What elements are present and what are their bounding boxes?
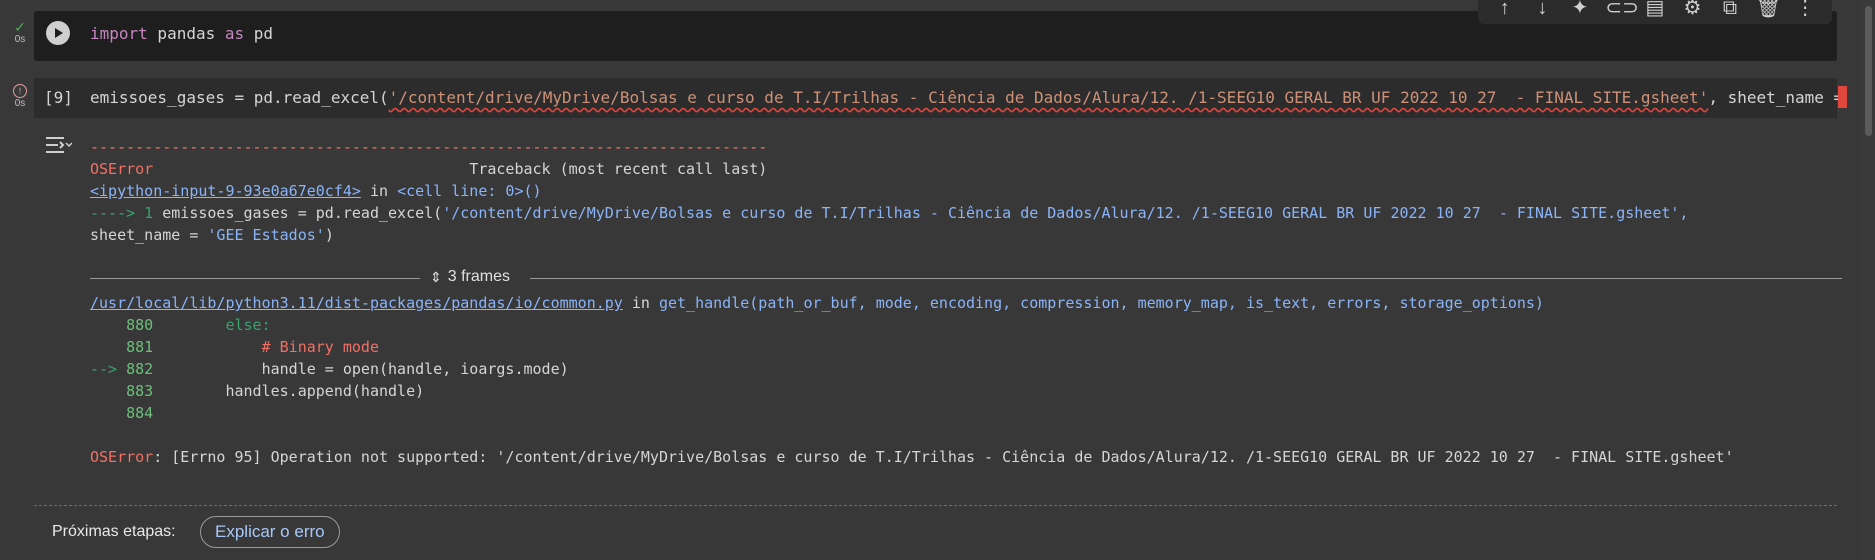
- line-prefix: -->: [90, 360, 127, 378]
- line-prefix: [90, 382, 126, 400]
- continuation-close: ): [324, 226, 334, 244]
- output-divider: [34, 505, 1837, 506]
- output-actions-icon[interactable]: [44, 134, 73, 161]
- frames-rule-left: [90, 278, 420, 279]
- cell1-exec-time: 0s: [14, 34, 26, 45]
- run-cell-button[interactable]: [46, 21, 70, 45]
- ipython-input-link[interactable]: <ipython-input-9-93e0a67e0cf4>: [90, 182, 361, 200]
- exec-count: [9]: [44, 88, 73, 107]
- final-error-message: : [Errno 95] Operation not supported: '/…: [153, 448, 1734, 466]
- cell1-code[interactable]: import pandas as pd: [90, 24, 273, 43]
- file-in: in: [622, 294, 659, 312]
- line-number: 881: [126, 338, 154, 356]
- scrollbar-thumb[interactable]: [1865, 6, 1872, 136]
- cell1-status: ✓ 0s: [10, 20, 30, 45]
- comment-icon[interactable]: ▤: [1643, 0, 1667, 18]
- error-name: OSError: [90, 160, 154, 178]
- error-circle-icon: !: [13, 84, 27, 98]
- play-icon: [55, 28, 63, 38]
- in-text: in: [360, 182, 398, 200]
- next-steps-label: Próximas etapas:: [52, 523, 176, 540]
- arrow-up-icon[interactable]: ↑: [1493, 0, 1517, 18]
- code-tail: , sheet_name =: [1708, 88, 1844, 107]
- keyword-import: import: [90, 24, 148, 43]
- mirror-cell-icon[interactable]: ⧉: [1718, 0, 1742, 18]
- line-code: handles.append(handle): [153, 382, 425, 400]
- cell-line-ref: <cell line: 0>(): [397, 182, 542, 200]
- sheet-name-string: 'GEE Estados': [207, 226, 325, 244]
- final-error-name: OSError: [90, 448, 154, 466]
- line-number: 884: [126, 404, 154, 422]
- cell2-status: ! 0s: [10, 84, 30, 109]
- line-code: handle = open(handle, ioargs.mode): [153, 360, 569, 378]
- vertical-scrollbar[interactable]: [1861, 0, 1875, 560]
- line-prefix: [90, 338, 126, 356]
- more-vert-icon[interactable]: ⋮: [1793, 0, 1817, 18]
- traceback-output: ----------------------------------------…: [90, 136, 1688, 246]
- gear-icon[interactable]: ⚙: [1681, 0, 1705, 18]
- frames-rule-right: [530, 278, 1842, 279]
- module-name: pandas: [147, 24, 225, 43]
- arrow-code-path: '/content/drive/MyDrive/Bolsas e curso d…: [442, 204, 1689, 222]
- line-number: 883: [126, 382, 154, 400]
- file-link[interactable]: /usr/local/lib/python3.11/dist-packages/…: [90, 294, 623, 312]
- code-path-string: '/content/drive/MyDrive/Bolsas e curso d…: [388, 88, 1709, 107]
- trash-icon[interactable]: 🗑: [1756, 0, 1781, 18]
- line-code: # Binary mode: [153, 338, 379, 356]
- sparkle-icon[interactable]: ✦: [1568, 0, 1592, 18]
- arrow-line: ----> 1: [90, 204, 163, 222]
- arrow-down-icon[interactable]: ↓: [1530, 0, 1554, 18]
- frames-label-text: 3 frames: [447, 268, 510, 285]
- line-number: 880: [126, 316, 154, 334]
- collapsed-frames[interactable]: ⇕ 3 frames: [90, 268, 1842, 286]
- cell-toolbar: ↑ ↓ ✦ ⊂⊃ ▤ ⚙ ⧉ 🗑 ⋮: [1478, 0, 1832, 24]
- unfold-icon: ⇕: [430, 269, 442, 285]
- continuation-code: sheet_name =: [90, 226, 208, 244]
- traceback-header: Traceback (most recent call last): [153, 160, 768, 178]
- cell2-code[interactable]: emissoes_gases = pd.read_excel('/content…: [90, 88, 1843, 107]
- traceback-dashes: ----------------------------------------…: [90, 138, 768, 156]
- frames-toggle[interactable]: ⇕ 3 frames: [420, 268, 520, 286]
- explain-error-button[interactable]: Explicar o erro: [200, 516, 340, 548]
- success-check-icon: ✓: [14, 19, 26, 35]
- file-func: get_handle(path_or_buf, mode, encoding, …: [658, 294, 1544, 312]
- cell2-exec-time: 0s: [14, 98, 26, 109]
- arrow-code: emissoes_gases = pd.read_excel(: [162, 204, 443, 222]
- traceback-frame: /usr/local/lib/python3.11/dist-packages/…: [90, 292, 1734, 468]
- line-number: 882: [126, 360, 154, 378]
- code-lhs: emissoes_gases = pd.read_excel(: [90, 88, 389, 107]
- text-cursor: [1838, 86, 1847, 108]
- module-alias: pd: [244, 24, 274, 43]
- line-code: else:: [153, 316, 271, 334]
- line-prefix: [90, 404, 126, 422]
- keyword-as: as: [224, 24, 245, 43]
- link-icon[interactable]: ⊂⊃: [1605, 0, 1639, 18]
- line-prefix: [90, 316, 126, 334]
